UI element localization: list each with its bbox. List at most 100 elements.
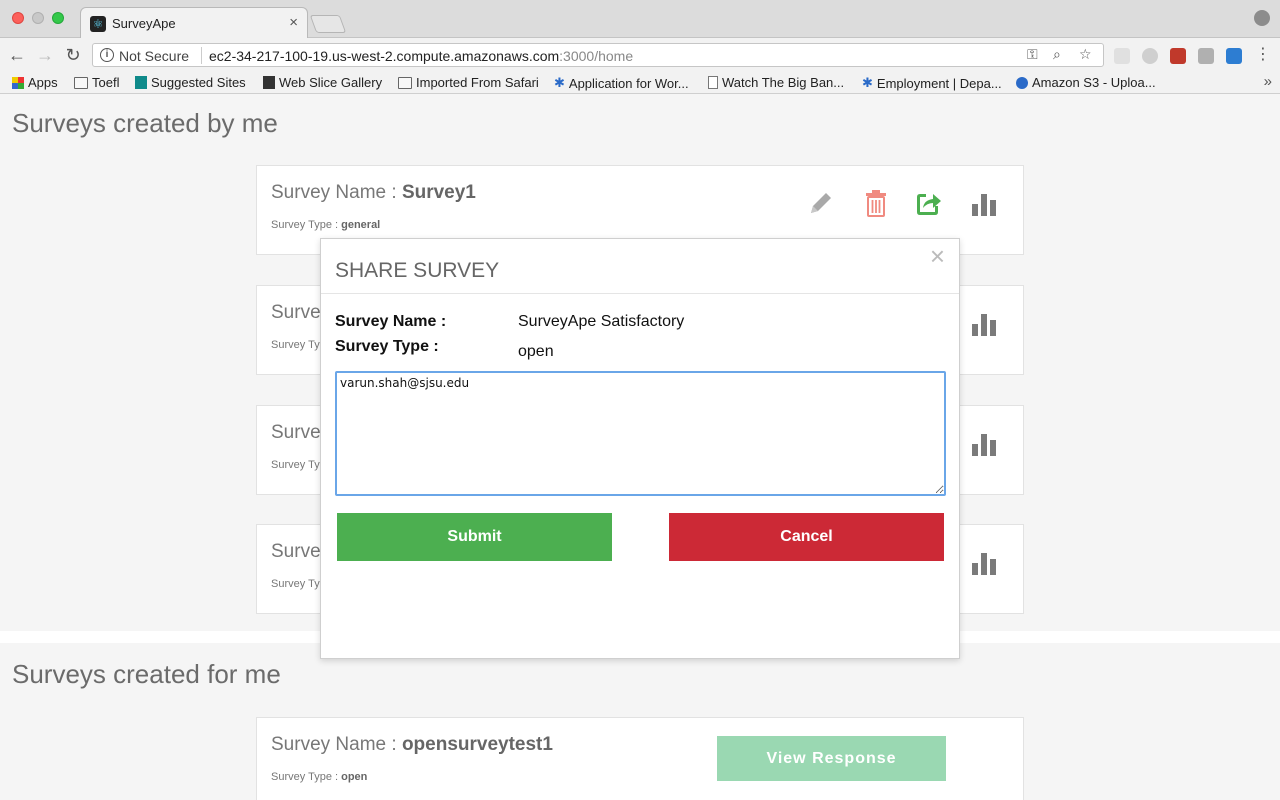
drive-extension-icon[interactable] [1142, 48, 1158, 64]
stats-bar-chart-icon[interactable] [969, 308, 999, 338]
url-host: ec2-34-217-100-19.us-west-2.compute.amaz… [209, 48, 560, 64]
survey-type: Survey Ty [271, 459, 320, 471]
bookmark-label: Toefl [92, 75, 120, 90]
profile-icon[interactable] [1254, 10, 1270, 26]
survey-type: Survey Type : open [271, 771, 367, 783]
tab-close-icon[interactable]: × [289, 14, 298, 31]
close-icon[interactable]: × [930, 241, 945, 272]
extension-k-icon[interactable] [1198, 48, 1214, 64]
survey-type-label: Survey Ty [271, 339, 320, 351]
window-zoom-button[interactable] [52, 12, 64, 24]
stats-bar-chart-icon[interactable] [969, 428, 999, 458]
apps-grid-icon [12, 76, 24, 89]
web-slice-icon [263, 76, 275, 89]
survey-name: Surve [271, 302, 321, 324]
survey-type-label: Survey Ty [271, 578, 320, 590]
bookmark-watch[interactable]: Watch The Big Ban... [708, 75, 844, 90]
browser-tab-bar: ⚛ SurveyApe × [0, 0, 1280, 38]
bookmarks-overflow-icon[interactable]: » [1264, 73, 1272, 90]
bookmark-label: Employment | Depa... [876, 75, 1002, 91]
survey-name-field-label: Survey Name : [335, 313, 447, 330]
cancel-button[interactable]: Cancel [669, 513, 944, 561]
share-emails-textarea[interactable] [335, 371, 946, 496]
bookmark-web-slice-gallery[interactable]: Web Slice Gallery [263, 75, 382, 90]
survey-name: Survey Name : Survey1 [271, 182, 476, 204]
survey-card: Survey Name : opensurveytest1 Survey Typ… [256, 717, 1024, 800]
browser-tab-active[interactable]: ⚛ SurveyApe × [80, 7, 308, 38]
extension-s-icon[interactable] [1226, 48, 1242, 64]
bookmark-suggested-sites[interactable]: Suggested Sites [135, 75, 246, 90]
survey-type-value: open [341, 771, 368, 783]
window-close-button[interactable] [12, 12, 24, 24]
forward-arrow-icon[interactable]: → [34, 44, 56, 66]
bookmark-label: Amazon S3 - Uploa... [1032, 75, 1156, 90]
share-icon[interactable] [913, 188, 943, 218]
bookmark-imported-from-safari[interactable]: Imported From Safari [398, 75, 539, 90]
delete-trash-icon[interactable] [861, 188, 891, 218]
browser-toolbar: ← → ↻ i Not Secure ec2-34-217-100-19.us-… [0, 38, 1280, 72]
folder-icon [74, 76, 88, 89]
survey-type-label: Survey Type : [271, 219, 342, 231]
bookmark-star-icon[interactable]: ☆ [1079, 46, 1092, 63]
survey-name-value: Survey1 [401, 182, 476, 203]
bing-icon [135, 76, 147, 89]
window-minimize-button[interactable] [32, 12, 44, 24]
survey-type-label: Survey Type : [271, 771, 342, 783]
stats-bar-chart-icon[interactable] [969, 188, 999, 218]
gear-logo-icon: ✱ [554, 75, 565, 90]
new-tab-button[interactable] [309, 15, 347, 33]
bookmark-employment[interactable]: ✱ Employment | Depa... [862, 75, 1002, 91]
survey-name-label: Surve [271, 541, 321, 562]
bookmark-label: Suggested Sites [151, 75, 246, 90]
modal-header: SHARE SURVEY × [321, 239, 959, 294]
security-label[interactable]: Not Secure [119, 48, 189, 64]
survey-name-label: Survey Name : [271, 734, 402, 755]
submit-button[interactable]: Submit [337, 513, 612, 561]
back-arrow-icon[interactable]: ← [6, 44, 28, 66]
survey-name-value: opensurveytest1 [401, 734, 553, 755]
stats-bar-chart-icon[interactable] [969, 547, 999, 577]
address-divider [201, 47, 202, 64]
address-bar[interactable]: i Not Secure ec2-34-217-100-19.us-west-2… [92, 43, 1104, 67]
extension-red-icon[interactable] [1170, 48, 1186, 64]
survey-type-field-value: open [518, 343, 554, 360]
share-survey-modal: SHARE SURVEY × Survey Name : SurveyApe S… [320, 238, 960, 659]
survey-name-field-value: SurveyApe Satisfactory [518, 313, 685, 330]
survey-type: Survey Type : general [271, 219, 380, 231]
survey-name: Surve [271, 541, 321, 563]
survey-name: Survey Name : opensurveytest1 [271, 734, 553, 756]
survey-type-label: Survey Ty [271, 459, 320, 471]
browser-menu-icon[interactable]: ⋮ [1252, 44, 1274, 66]
bookmark-application[interactable]: ✱ Application for Wor... [554, 75, 689, 91]
survey-name-label: Surve [271, 302, 321, 323]
gear-logo-icon: ✱ [862, 75, 873, 90]
survey-type: Survey Ty [271, 578, 320, 590]
info-icon[interactable]: i [100, 48, 114, 62]
s3-icon [1016, 76, 1028, 89]
tab-title: SurveyApe [112, 16, 176, 31]
bookmark-toefl[interactable]: Toefl [74, 75, 119, 90]
bookmark-apps[interactable]: Apps [12, 75, 58, 90]
bookmark-label: Imported From Safari [416, 75, 539, 90]
bookmark-label: Web Slice Gallery [279, 75, 383, 90]
zoom-icon[interactable]: ⌕ [1053, 46, 1061, 63]
survey-type: Survey Ty [271, 339, 320, 351]
bookmark-label: Apps [28, 75, 58, 90]
edit-pencil-icon[interactable] [806, 188, 836, 218]
survey-name-label: Surve [271, 422, 321, 443]
extension-1-icon[interactable] [1114, 48, 1130, 64]
bookmark-label: Application for Wor... [568, 75, 689, 91]
survey-type-field-label: Survey Type : [335, 338, 439, 355]
page-icon [708, 76, 718, 89]
reload-icon[interactable]: ↻ [62, 44, 84, 66]
modal-title: SHARE SURVEY [335, 259, 500, 282]
survey-name: Surve [271, 422, 321, 444]
react-favicon-icon: ⚛ [90, 16, 106, 32]
view-response-button[interactable]: View Response [717, 736, 946, 781]
url-path: :3000/home [559, 48, 634, 64]
key-icon[interactable]: ⚿ [1027, 46, 1038, 63]
bookmark-amazon-s3[interactable]: Amazon S3 - Uploa... [1016, 75, 1156, 90]
url-text[interactable]: ec2-34-217-100-19.us-west-2.compute.amaz… [209, 48, 633, 64]
folder-icon [398, 76, 412, 89]
section-heading-created-by-me: Surveys created by me [12, 108, 278, 138]
